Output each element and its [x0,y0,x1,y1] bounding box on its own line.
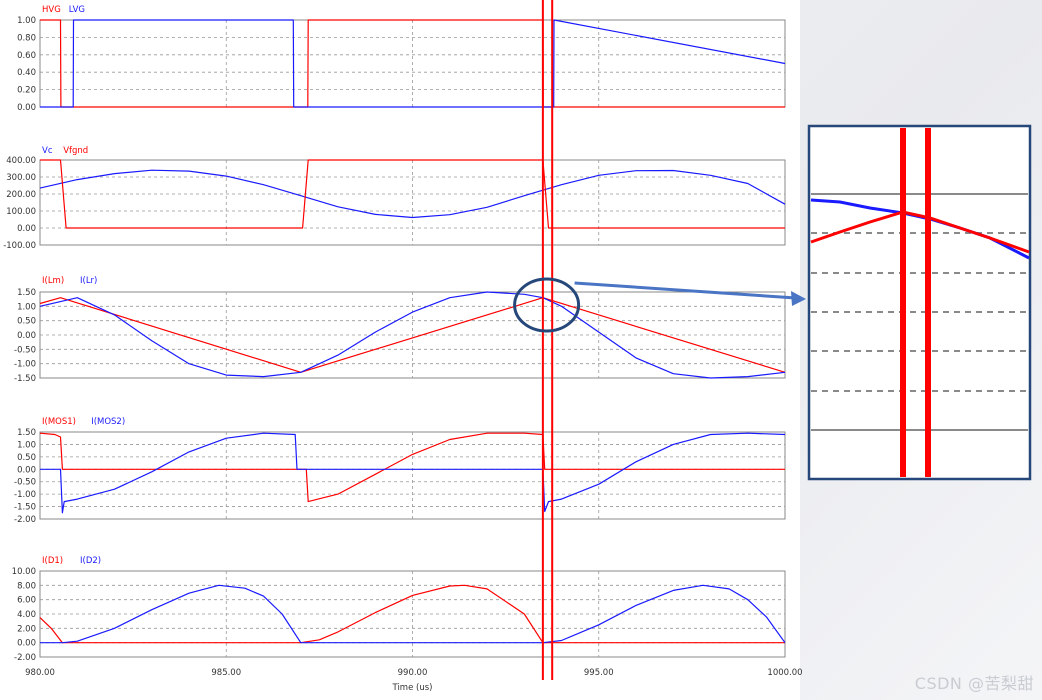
y-tick-label: -100.00 [3,241,36,251]
y-tick-label: 200.00 [6,190,36,200]
y-tick-label: -1.50 [14,374,36,384]
zoom-inset-frame [807,124,1032,481]
chart-panel-2: 400.00 300.00 200.00 100.00 0.00 -100.00 Vc Vfg… [3,146,786,251]
x-tick-label: 985.00 [211,668,241,678]
y-tick-label: -0.50 [14,345,36,355]
legend-entry: I(D1) [42,556,63,566]
y-tick-label: 0.00 [17,465,36,475]
y-tick-label: -2.00 [14,515,36,525]
y-tick-label: 0.20 [17,86,36,96]
y-tick-label: 0.00 [17,103,36,113]
x-tick-label: 1000.00 [767,668,802,678]
x-tick-label: 995.00 [584,668,614,678]
y-tick-label: -2.00 [14,653,36,663]
y-tick-label: 300.00 [6,173,36,183]
legend-entry: HVG [42,5,61,15]
y-tick-label: 1.50 [17,428,36,438]
y-tick-label: 8.00 [17,581,36,591]
y-tick-label: 1.50 [17,288,36,298]
legend-entry: I(MOS2) [91,417,125,427]
y-tick-label: 10.00 [12,567,36,577]
x-tick-label: 980.00 [25,668,55,678]
y-tick-label: 0.40 [17,68,36,78]
chart-panel-4: 1.50 1.00 0.50 0.00 -0.50 -1.00 -1.50 -2.00 I(MO… [14,417,786,525]
x-tick-label: 990.00 [398,668,428,678]
y-tick-label: -1.00 [14,360,36,370]
y-tick-label: 2.00 [17,624,36,634]
y-tick-label: 400.00 [6,156,36,166]
x-axis-label: Time (us) [392,683,433,693]
y-tick-label: 0.50 [17,317,36,327]
watermark: CSDN @苦梨甜 [914,674,1034,693]
chart-panel-3: 1.50 1.00 0.50 0.00 -0.50 -1.00 -1.50 I(Lm) I(Lr… [14,276,786,384]
y-tick-label: -0.50 [14,478,36,488]
y-tick-label: 100.00 [6,207,36,217]
y-tick-label: 1.00 [17,16,36,26]
y-tick-label: -1.50 [14,503,36,513]
y-tick-label: -1.00 [14,490,36,500]
zoom-inset [807,124,1032,481]
y-tick-label: 0.60 [17,51,36,61]
legend-entry: I(D2) [80,556,101,566]
legend-entry: Vc [42,146,53,156]
legend-entry: I(MOS1) [42,417,76,427]
legend-entry: LVG [69,5,85,15]
y-tick-label: 1.00 [17,302,36,312]
y-tick-label: 0.50 [17,453,36,463]
y-tick-label: 0.00 [17,331,36,341]
legend-entry: I(Lm) [42,276,64,286]
y-tick-label: 1.00 [17,440,36,450]
legend-entry: I(Lr) [80,276,97,286]
y-tick-label: 0.80 [17,33,36,43]
y-tick-label: 0.00 [17,639,36,649]
y-tick-label: 6.00 [17,596,36,606]
y-tick-label: 0.00 [17,224,36,234]
y-tick-label: 4.00 [17,610,36,620]
waveform-figure: 1.00 0.80 0.60 0.40 0.20 0.00 HVG LVG 400.00 300.… [0,0,1032,700]
chart-panel-1: 1.00 0.80 0.60 0.40 0.20 0.00 HVG LVG [17,5,786,113]
chart-panel-5: 10.00 8.00 6.00 4.00 2.00 0.00 -2.00 I(D1) I(D2) [12,556,786,663]
legend-entry: Vfgnd [63,146,88,156]
